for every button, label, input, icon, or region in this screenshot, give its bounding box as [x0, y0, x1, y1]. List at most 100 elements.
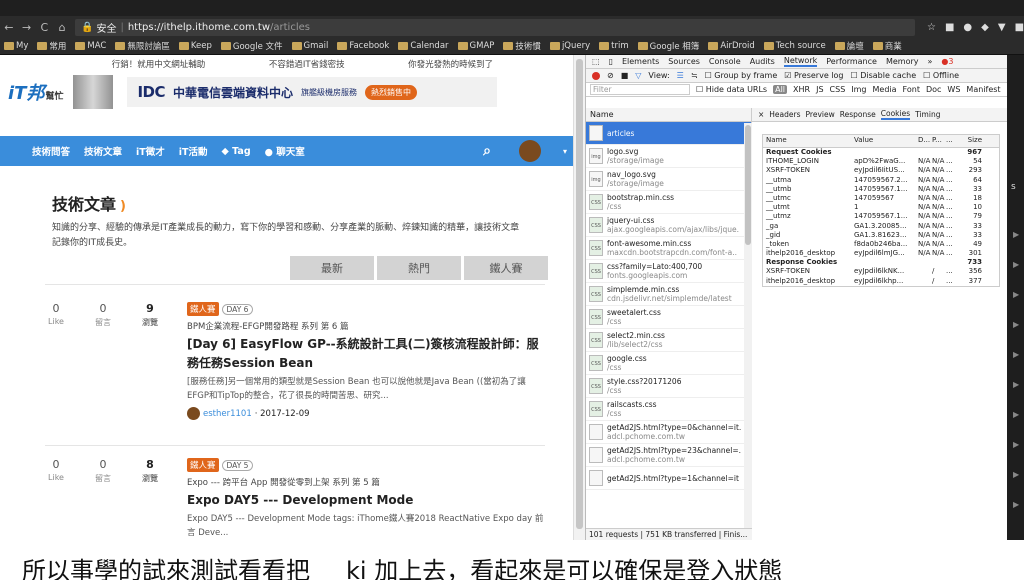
col-size[interactable]: Size — [964, 136, 984, 145]
request-row[interactable]: CSS railscasts.css/css — [586, 398, 751, 421]
bookmark-item[interactable]: Tech source — [763, 41, 826, 51]
bookmark-item[interactable]: My — [4, 41, 28, 51]
bookmark-item[interactable]: 商業 — [872, 40, 902, 52]
play-icon[interactable]: ▶ — [1013, 260, 1019, 269]
tab-memory[interactable]: Memory — [886, 57, 919, 66]
request-row[interactable]: CSS bootstrap.min.css/css — [586, 191, 751, 214]
filter-input[interactable]: Filter — [590, 84, 690, 95]
group-by-frame[interactable]: ☐ Group by frame — [705, 71, 778, 80]
cookie-row[interactable]: __utmb 147059567.1... N/A N/A... 33 — [763, 185, 999, 194]
extension-icon[interactable]: ◆ — [981, 22, 989, 33]
request-row[interactable]: img logo.svg/storage/image — [586, 145, 751, 168]
url-field[interactable]: 🔒 安全 | https://ithelp.ithome.com.tw /art… — [75, 18, 915, 36]
request-list-header[interactable]: Name — [586, 108, 751, 122]
request-scrollbar[interactable] — [744, 123, 752, 528]
cookie-row[interactable]: _gid GA1.3.81623... N/A N/A... 33 — [763, 231, 999, 240]
article-series[interactable]: Expo --- 跨平台 App 開發從零到上架 系列 第 5 篇 — [187, 476, 547, 488]
ironman-tag[interactable]: 鐵人賽 — [187, 302, 219, 316]
request-row[interactable]: articles — [586, 122, 751, 145]
col-name[interactable]: Name — [763, 136, 854, 145]
nav-articles[interactable]: 技術文章 — [84, 144, 122, 158]
cookie-row[interactable]: ithelp2016_desktop eyJpdil6lkhp... /... 377 — [763, 277, 999, 286]
request-row[interactable]: getAd2JS.html?type=23&channel=. adcl.pcho… — [586, 444, 751, 467]
error-icon[interactable]: ●3 — [941, 57, 953, 66]
device-icon[interactable]: ▯ — [609, 57, 613, 66]
chevron-down-icon[interactable]: ▾ — [563, 147, 567, 156]
tab-audits[interactable]: Audits — [750, 57, 775, 66]
bookmark-item[interactable]: MAC — [75, 41, 106, 51]
filter-media[interactable]: Media — [873, 85, 897, 94]
bookmark-item[interactable]: jQuery — [549, 41, 590, 51]
extension-icon[interactable]: ■ — [1015, 22, 1024, 33]
inspect-icon[interactable]: ⬚ — [592, 57, 600, 66]
filter-img[interactable]: Img — [851, 85, 866, 94]
bookmark-item[interactable]: 論壇 — [834, 40, 864, 52]
bookmark-item[interactable]: Calendar — [398, 41, 449, 51]
disable-cache[interactable]: ☐ Disable cache — [850, 71, 916, 80]
tab-performance[interactable]: Performance — [826, 57, 877, 66]
cookie-row[interactable]: _token f8da0b246ba... N/A N/A... 49 — [763, 240, 999, 249]
ironman-tag[interactable]: 鐵人賽 — [187, 458, 219, 472]
rss-icon[interactable]: ) — [120, 199, 126, 214]
tab-console[interactable]: Console — [709, 57, 741, 66]
nav-jobs[interactable]: iT徵才 — [136, 144, 165, 158]
col-expires[interactable]: ... — [946, 136, 964, 145]
detail-tab-preview[interactable]: Preview — [806, 110, 835, 119]
scrollbar-thumb[interactable] — [745, 125, 751, 245]
play-icon[interactable]: ▶ — [1013, 290, 1019, 299]
article-title[interactable]: Expo DAY5 --- Development Mode — [187, 491, 547, 510]
tab-sources[interactable]: Sources — [668, 57, 700, 66]
cookie-row[interactable]: __utma 147059567.2... N/A N/A... 64 — [763, 176, 999, 185]
hide-data-urls[interactable]: ☐ Hide data URLs — [696, 85, 767, 94]
bookmark-item[interactable]: Keep — [178, 41, 212, 51]
bookmark-item[interactable]: Google 文件 — [220, 40, 283, 52]
user-avatar[interactable] — [518, 140, 541, 162]
filter-xhr[interactable]: XHR — [793, 85, 810, 94]
request-row[interactable]: CSS css?family=Lato:400,700 fonts.googleap… — [586, 260, 751, 283]
nav-tag[interactable]: ◆ Tag — [222, 146, 251, 157]
bookmark-item[interactable]: AirDroid — [708, 41, 755, 51]
tab-latest[interactable]: 最新 — [290, 256, 374, 280]
cookie-row[interactable]: ithelp2016_desktop eyJpdil6lmJG... N/A N/A.… — [763, 249, 999, 258]
scrollbar-thumb[interactable] — [576, 59, 583, 529]
nav-qa[interactable]: 技術問答 — [32, 144, 70, 158]
request-row[interactable]: CSS font-awesome.min.css maxcdn.bootstrapc… — [586, 237, 751, 260]
star-icon[interactable]: ☆ — [927, 22, 936, 33]
tab-network[interactable]: Network — [783, 56, 818, 67]
author-avatar[interactable] — [187, 407, 200, 420]
cookie-row[interactable]: __utmz 147059567.1... N/A N/A... 79 — [763, 212, 999, 221]
bookmark-item[interactable]: Google 相簿 — [637, 40, 699, 52]
cookie-row[interactable]: ITHOME_LOGIN apD%2FwaG... N/A N/A... 54 — [763, 157, 999, 166]
nav-events[interactable]: iT活動 — [179, 144, 208, 158]
waterfall-icon[interactable]: ≒ — [691, 71, 698, 80]
request-row[interactable]: CSS google.css/css — [586, 352, 751, 375]
request-row[interactable]: CSS jquery-ui.css ajax.googleapis.com/ajax… — [586, 214, 751, 237]
bookmark-item[interactable]: 無限討論區 — [115, 40, 170, 52]
filter-all[interactable]: All — [773, 85, 788, 94]
article-series[interactable]: BPM企業流程-EFGP開發路程 系列 第 6 篇 — [187, 320, 547, 332]
promo-link[interactable]: 不容錯過IT省錢密技 — [269, 58, 345, 70]
extension-icon[interactable]: ■ — [945, 22, 954, 33]
cookie-row[interactable]: _ga GA1.3.20085... N/A N/A... 33 — [763, 222, 999, 231]
play-icon[interactable]: ▶ — [1013, 320, 1019, 329]
forward-icon[interactable]: → — [18, 21, 36, 34]
tab-more[interactable]: » — [928, 57, 933, 66]
promo-link[interactable]: 你發光發熱的時候到了 — [408, 58, 493, 70]
reload-icon[interactable]: C — [36, 21, 54, 34]
detail-tab-timing[interactable]: Timing — [915, 110, 940, 119]
play-icon[interactable]: ▶ — [1013, 380, 1019, 389]
page-scrollbar[interactable] — [573, 55, 585, 540]
like-count[interactable]: 0 Like — [45, 458, 67, 484]
detail-tab-headers[interactable]: Headers — [769, 110, 800, 119]
nav-chat[interactable]: ● 聊天室 — [265, 144, 305, 158]
back-icon[interactable]: ← — [0, 21, 18, 34]
play-icon[interactable]: ▶ — [1013, 470, 1019, 479]
request-row[interactable]: CSS simplemde.min.css cdn.jsdelivr.net/sim… — [586, 283, 751, 306]
filter-manifest[interactable]: Manifest — [966, 85, 1000, 94]
offline[interactable]: ☐ Offline — [923, 71, 959, 80]
preserve-log[interactable]: ☑ Preserve log — [784, 71, 843, 80]
author-name[interactable]: esther1101 — [203, 409, 252, 419]
like-count[interactable]: 0 Like — [45, 302, 67, 328]
filter-doc[interactable]: Doc — [926, 85, 941, 94]
request-row[interactable]: getAd2JS.html?type=0&channel=it. adcl.pch… — [586, 421, 751, 444]
